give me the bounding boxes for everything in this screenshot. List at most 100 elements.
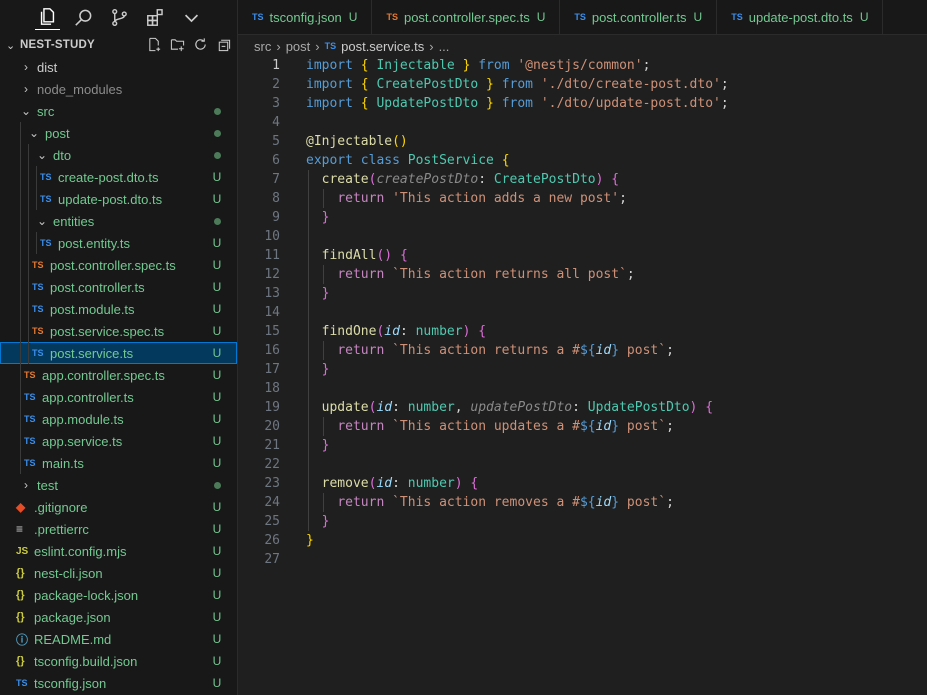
tree-file-app-module[interactable]: TS app.module.ts U	[0, 408, 237, 430]
breadcrumb-post[interactable]: post	[286, 39, 311, 54]
breadcrumb-src[interactable]: src	[254, 39, 271, 54]
typescript-icon: TS	[731, 12, 743, 22]
tree-file-app-controller-spec[interactable]: TS app.controller.spec.ts U	[0, 364, 237, 386]
chevron-down-icon: ⌄	[28, 126, 40, 140]
tree-folder-dist[interactable]: › dist	[0, 56, 237, 78]
tree-file-post-service-spec[interactable]: TS post.service.spec.ts U	[0, 320, 237, 342]
code-line[interactable]: 1 import { Injectable } from '@nestjs/com…	[238, 56, 927, 75]
tab-tsconfig-json[interactable]: TS tsconfig.json U	[238, 0, 373, 34]
code-line[interactable]: 2 import { CreatePostDto } from './dto/cr…	[238, 75, 927, 94]
code-line[interactable]: 9 }	[238, 208, 927, 227]
code-text: export class PostService {	[306, 153, 510, 168]
tree-file-app-service[interactable]: TS app.service.ts U	[0, 430, 237, 452]
code-line[interactable]: 24 return `This action removes a #${id} …	[238, 493, 927, 512]
code-line[interactable]: 20 return `This action updates a #${id} …	[238, 417, 927, 436]
tree-folder-src[interactable]: ⌄ src	[0, 100, 237, 122]
editor-area: TS tsconfig.json U TS post.controller.sp…	[238, 0, 927, 695]
tree-file-nest-cli-json[interactable]: {} nest-cli.json U	[0, 562, 237, 584]
tree-file-post-controller[interactable]: TS post.controller.ts U	[0, 276, 237, 298]
line-number: 22	[264, 457, 280, 472]
code-line[interactable]: 11 findAll() {	[238, 246, 927, 265]
code-line[interactable]: 19 update(id: number, updatePostDto: Upd…	[238, 398, 927, 417]
source-control-icon[interactable]	[107, 5, 132, 30]
new-folder-icon[interactable]	[169, 36, 186, 53]
tree-folder-test[interactable]: › test	[0, 474, 237, 496]
code-line[interactable]: 13 }	[238, 284, 927, 303]
code-line[interactable]: 8 return 'This action adds a new post';	[238, 189, 927, 208]
editor-tabs: TS tsconfig.json U TS post.controller.sp…	[238, 0, 927, 35]
tree-folder-node-modules[interactable]: › node_modules	[0, 78, 237, 100]
code-line[interactable]: 5 @Injectable()	[238, 132, 927, 151]
more-chevron-icon[interactable]	[179, 5, 204, 30]
line-number: 13	[264, 286, 280, 301]
tree-file-package-lock-json[interactable]: {} package-lock.json U	[0, 584, 237, 606]
breadcrumb-symbol[interactable]: ...	[439, 39, 450, 54]
line-number: 16	[264, 343, 280, 358]
tree-file-post-module[interactable]: TS post.module.ts U	[0, 298, 237, 320]
tab-update-post-dto[interactable]: TS update-post.dto.ts U	[717, 0, 884, 34]
tree-file-post-service[interactable]: TS post.service.ts U	[0, 342, 237, 364]
tree-file-eslint-config[interactable]: JS eslint.config.mjs U	[0, 540, 237, 562]
code-line[interactable]: 26}	[238, 531, 927, 550]
tree-folder-dto[interactable]: ⌄ dto	[0, 144, 237, 166]
tree-file-create-post-dto[interactable]: TS create-post.dto.ts U	[0, 166, 237, 188]
tree-file-update-post-dto[interactable]: TS update-post.dto.ts U	[0, 188, 237, 210]
code-line[interactable]: 23 remove(id: number) {	[238, 474, 927, 493]
code-line[interactable]: 17 }	[238, 360, 927, 379]
tab-post-controller[interactable]: TS post.controller.ts U	[560, 0, 718, 34]
search-icon[interactable]	[71, 5, 96, 30]
tree-file-main[interactable]: TS main.ts U	[0, 452, 237, 474]
typescript-icon: TS	[574, 12, 586, 22]
tree-file-gitignore[interactable]: ◆ .gitignore U	[0, 496, 237, 518]
code-line[interactable]: 3 import { UpdatePostDto } from './dto/up…	[238, 94, 927, 113]
typescript-icon: TS	[40, 172, 52, 182]
code-line[interactable]: 10	[238, 227, 927, 246]
refresh-icon[interactable]	[192, 36, 209, 53]
code-line[interactable]: 14	[238, 303, 927, 322]
chevron-down-icon: ⌄	[6, 39, 16, 52]
tree-folder-post[interactable]: ⌄ post	[0, 122, 237, 144]
tree-file-post-entity[interactable]: TS post.entity.ts U	[0, 232, 237, 254]
new-file-icon[interactable]	[146, 36, 163, 53]
modified-dot	[214, 130, 221, 137]
tree-file-app-controller[interactable]: TS app.controller.ts U	[0, 386, 237, 408]
breadcrumb-file[interactable]: post.service.ts	[341, 39, 424, 54]
json-icon: {}	[16, 589, 25, 601]
json-icon: {}	[16, 655, 25, 667]
code-line[interactable]: 25 }	[238, 512, 927, 531]
line-number: 10	[264, 229, 280, 244]
code-line[interactable]: 27	[238, 550, 927, 569]
code-line[interactable]: 12 return `This action returns all post`…	[238, 265, 927, 284]
code-line[interactable]: 18	[238, 379, 927, 398]
tree-file-post-controller-spec[interactable]: TS post.controller.spec.ts U	[0, 254, 237, 276]
tree-file-prettierrc[interactable]: ≡ .prettierrc U	[0, 518, 237, 540]
code-line[interactable]: 21 }	[238, 436, 927, 455]
extensions-icon[interactable]	[143, 5, 168, 30]
typescript-icon: TS	[324, 41, 337, 51]
code-line[interactable]: 4	[238, 113, 927, 132]
code-line[interactable]: 6 export class PostService {	[238, 151, 927, 170]
tree-file-tsconfig-build-json[interactable]: {} tsconfig.build.json U	[0, 650, 237, 672]
typescript-config-icon: TS	[16, 678, 28, 688]
code-editor[interactable]: 1 import { Injectable } from '@nestjs/com…	[238, 56, 927, 569]
line-number: 2	[272, 77, 280, 92]
explorer-section-header[interactable]: ⌄ NEST-STUDY	[0, 34, 237, 56]
tree-file-readme[interactable]: ⓘ README.md U	[0, 628, 237, 650]
collapse-all-icon[interactable]	[215, 36, 232, 53]
code-line[interactable]: 22	[238, 455, 927, 474]
file-tree: › dist › node_modules ⌄ src ⌄ post ⌄ dto	[0, 56, 237, 694]
explorer-icon[interactable]	[35, 4, 60, 30]
tab-post-controller-spec[interactable]: TS post.controller.spec.ts U	[372, 0, 561, 34]
line-number: 5	[272, 134, 280, 149]
tree-file-package-json[interactable]: {} package.json U	[0, 606, 237, 628]
tree-folder-entities[interactable]: ⌄ entities	[0, 210, 237, 232]
line-number: 20	[264, 419, 280, 434]
code-line[interactable]: 16 return `This action returns a #${id} …	[238, 341, 927, 360]
code-line[interactable]: 7 create(createPostDto: CreatePostDto) {	[238, 170, 927, 189]
code-line[interactable]: 15 findOne(id: number) {	[238, 322, 927, 341]
typescript-icon: TS	[24, 414, 36, 424]
tree-file-tsconfig-json[interactable]: TS tsconfig.json U	[0, 672, 237, 694]
code-text: }	[321, 210, 330, 225]
indent-guide	[308, 379, 309, 398]
line-number: 9	[272, 210, 280, 225]
